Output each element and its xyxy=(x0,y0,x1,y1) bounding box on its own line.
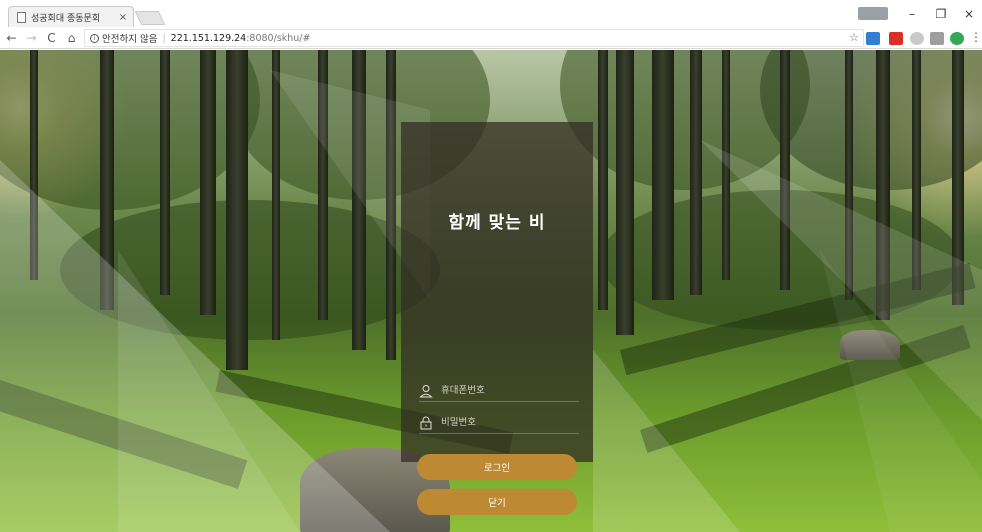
extension-icon[interactable] xyxy=(889,32,903,45)
extension-icon[interactable] xyxy=(866,32,880,45)
forward-button[interactable]: → xyxy=(23,29,40,47)
close-window-button[interactable]: × xyxy=(956,5,982,23)
page-icon xyxy=(17,11,26,23)
forest-background: 함께 맞는 비 로그인 닫기 xyxy=(0,50,982,532)
browser-toolbar: ← → C ⌂ i 안전하지 않음 | 221.151.129.24 :8080… xyxy=(0,27,982,49)
extension-icon[interactable] xyxy=(910,32,924,45)
info-icon[interactable]: i xyxy=(90,33,99,43)
tab-strip: 성공회대 종동문회 × – ❐ × xyxy=(0,0,982,27)
browser-menu-icon[interactable]: ⋮ xyxy=(970,30,982,44)
reload-button[interactable]: C xyxy=(43,29,60,47)
maximize-button[interactable]: ❐ xyxy=(928,5,954,23)
address-separator: | xyxy=(162,32,166,44)
close-button[interactable]: 닫기 xyxy=(417,489,577,515)
password-field[interactable] xyxy=(419,412,579,434)
extension-icon[interactable] xyxy=(950,32,964,45)
password-input[interactable] xyxy=(441,417,571,428)
url-host: 221.151.129.24 xyxy=(170,32,247,44)
address-bar[interactable]: i 안전하지 않음 | 221.151.129.24 :8080/skhu/# … xyxy=(84,29,864,47)
tab-title: 성공회대 종동문회 xyxy=(31,13,101,24)
minimize-button[interactable]: – xyxy=(899,5,925,23)
new-tab-button[interactable] xyxy=(134,11,166,25)
extension-icon[interactable] xyxy=(930,32,944,45)
user-icon xyxy=(419,384,433,397)
url-path: :8080/skhu/# xyxy=(246,32,311,44)
phone-field[interactable] xyxy=(419,380,579,402)
profile-badge[interactable] xyxy=(858,7,888,20)
bookmark-star-icon[interactable]: ☆ xyxy=(849,31,859,44)
login-button[interactable]: 로그인 xyxy=(417,454,577,480)
tab-close-icon[interactable]: × xyxy=(116,12,130,23)
home-button[interactable]: ⌂ xyxy=(63,29,80,47)
page-title: 함께 맞는 비 xyxy=(448,213,546,233)
browser-tab[interactable]: 성공회대 종동문회 × xyxy=(8,6,134,27)
back-button[interactable]: ← xyxy=(3,29,20,47)
security-label: 안전하지 않음 xyxy=(102,34,158,45)
lock-icon xyxy=(420,416,432,429)
login-panel: 함께 맞는 비 로그인 닫기 xyxy=(401,122,593,515)
phone-input[interactable] xyxy=(441,385,571,396)
